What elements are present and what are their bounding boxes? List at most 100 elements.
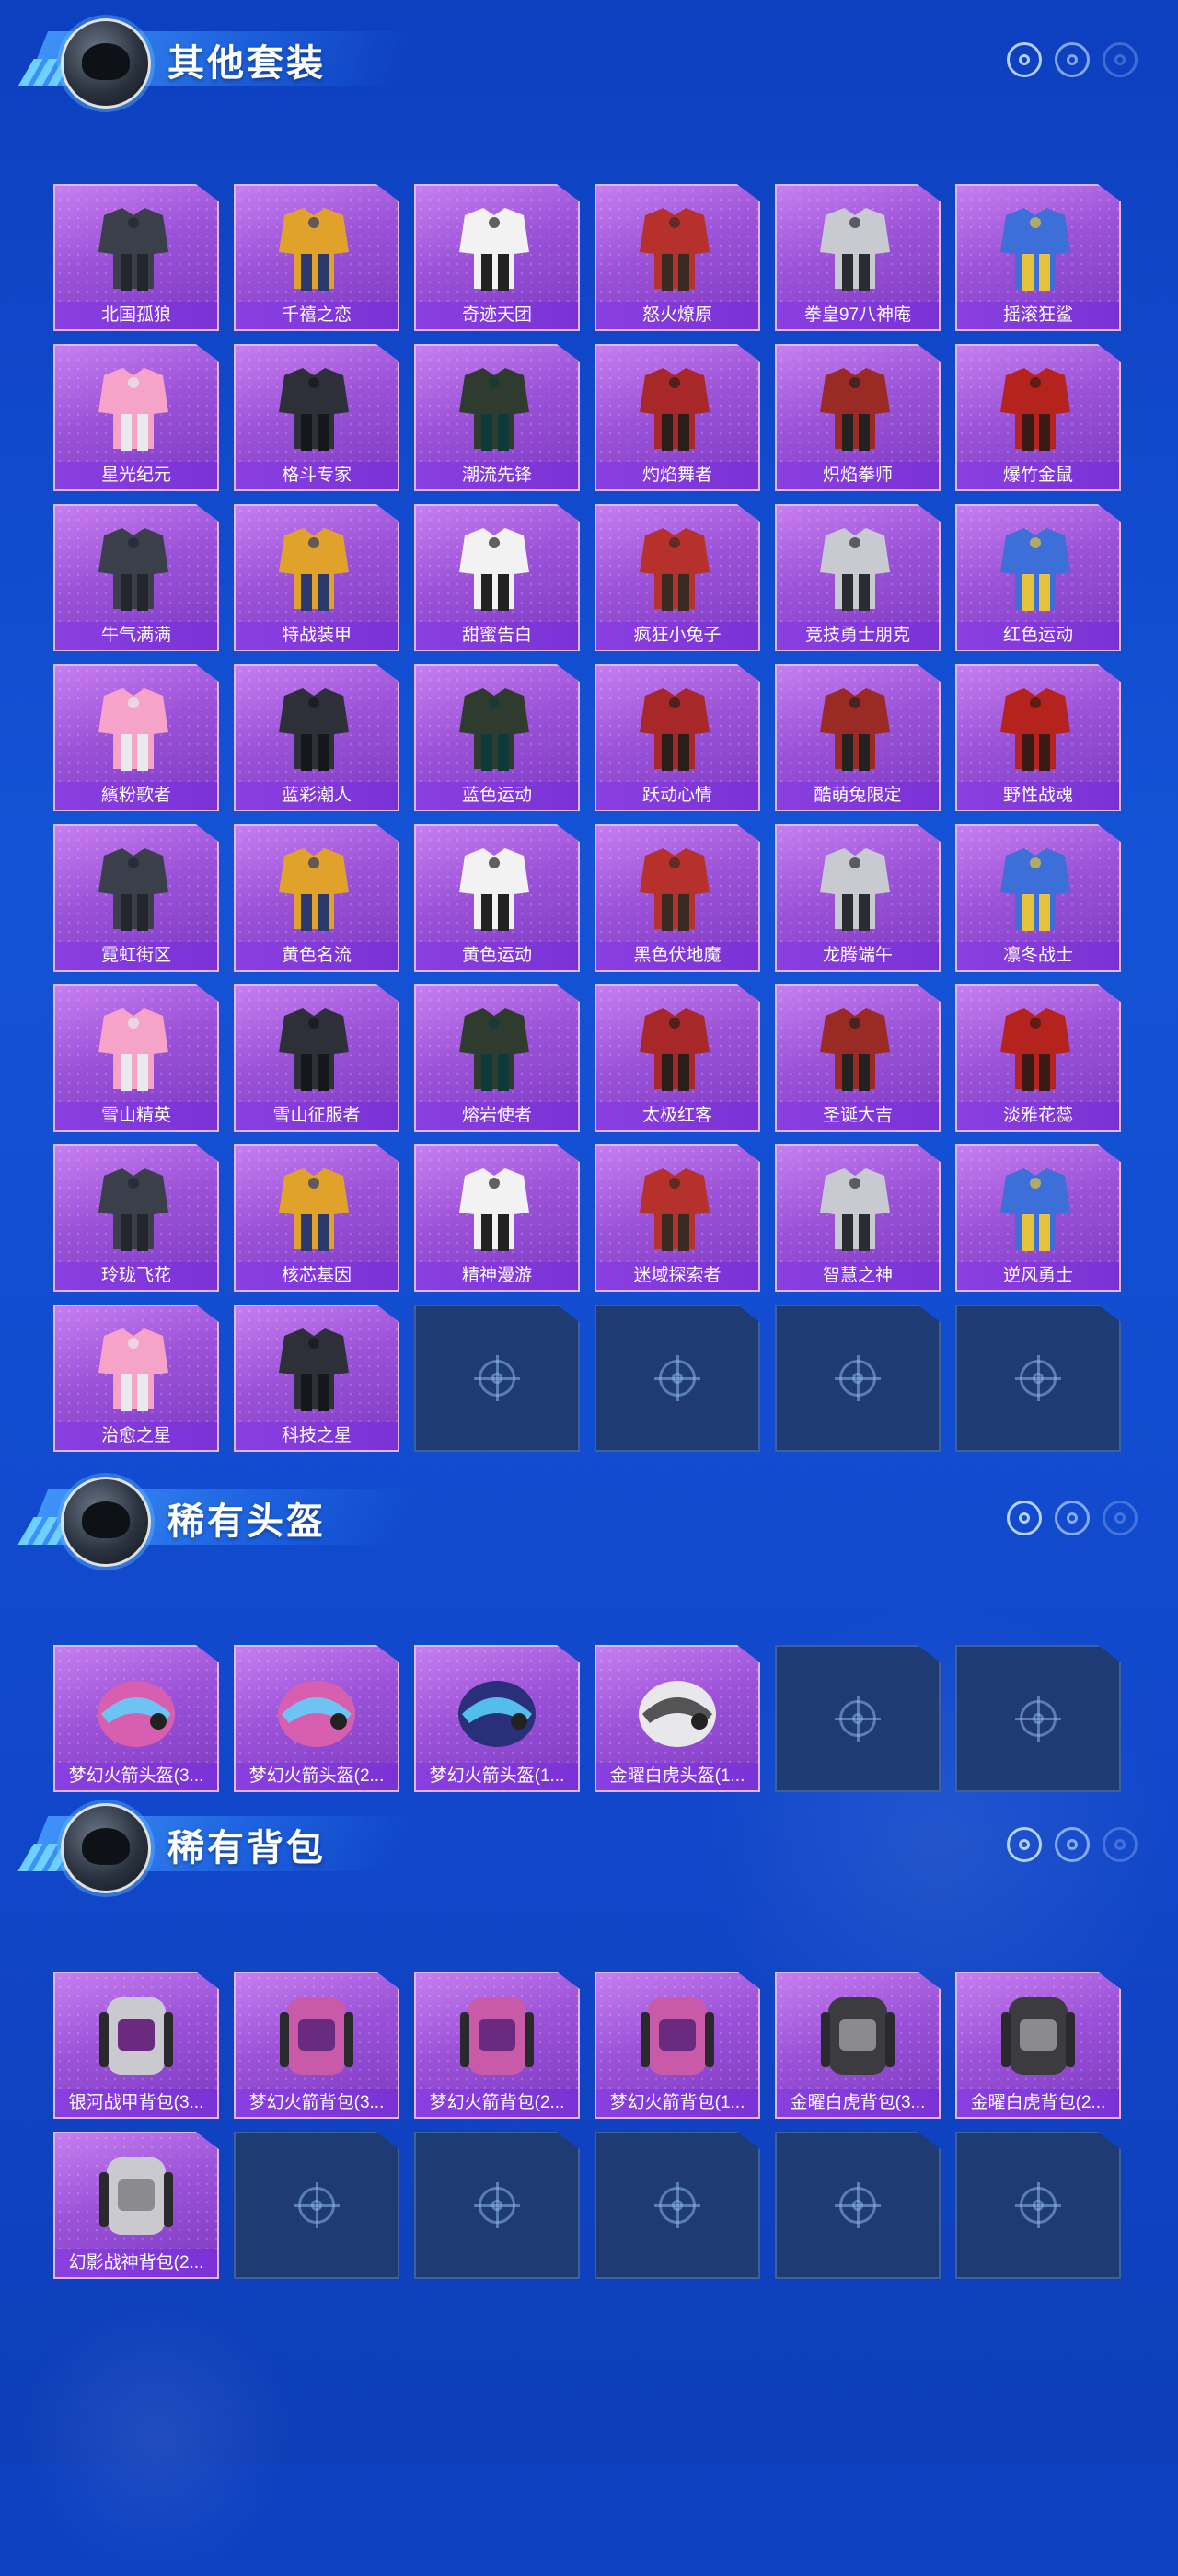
outfit-image xyxy=(596,994,758,1102)
item-card[interactable]: 迷域探索者 xyxy=(595,1144,760,1292)
item-name: 奇迹天团 xyxy=(416,302,578,329)
item-card[interactable]: 格斗专家 xyxy=(234,344,399,491)
item-card[interactable]: 竞技勇士朋克 xyxy=(775,504,941,651)
item-card[interactable]: 科技之星 xyxy=(234,1305,399,1452)
item-name: 北国孤狼 xyxy=(55,302,217,329)
item-card[interactable]: 智慧之神 xyxy=(775,1144,941,1292)
item-card[interactable]: 星光纪元 xyxy=(53,344,219,491)
item-card[interactable]: 蓝彩潮人 xyxy=(234,664,399,811)
item-card[interactable]: 梦幻火箭头盔(2... xyxy=(234,1645,399,1792)
item-card[interactable]: 灼焰舞者 xyxy=(595,344,760,491)
item-card[interactable]: 野性战魂 xyxy=(955,664,1121,811)
crosshair-icon xyxy=(1103,1827,1138,1862)
item-card[interactable]: 黑色伏地魔 xyxy=(595,824,760,972)
item-card[interactable]: 牛气满满 xyxy=(53,504,219,651)
item-card[interactable]: 金曜白虎背包(3... xyxy=(775,1972,941,2119)
item-card[interactable]: 黄色运动 xyxy=(414,824,580,972)
item-card[interactable]: 黄色名流 xyxy=(234,824,399,972)
item-name: 龙腾端午 xyxy=(777,942,939,970)
item-card[interactable]: 奇迹天团 xyxy=(414,184,580,331)
outfit-image xyxy=(596,513,758,622)
section-rare-backpacks: 稀有背包 银河战甲背包(3... 梦幻火箭背包(3... 梦幻火箭背包(2... 梦幻… xyxy=(0,1785,1178,2279)
item-card[interactable]: 北国孤狼 xyxy=(53,184,219,331)
item-card[interactable]: 精神漫游 xyxy=(414,1144,580,1292)
item-card[interactable]: 特战装甲 xyxy=(234,504,399,651)
item-card[interactable]: 金曜白虎背包(2... xyxy=(955,1972,1121,2119)
item-card[interactable]: 熔岩使者 xyxy=(414,984,580,1132)
item-card[interactable]: 蓝色运动 xyxy=(414,664,580,811)
item-name: 淡雅花蕊 xyxy=(957,1102,1119,1130)
crosshair-icon xyxy=(1007,1501,1042,1535)
item-name: 科技之星 xyxy=(236,1422,398,1450)
item-card[interactable]: 梦幻火箭头盔(1... xyxy=(414,1645,580,1792)
item-card[interactable]: 梦幻火箭背包(2... xyxy=(414,1972,580,2119)
bag-image xyxy=(416,1981,578,2089)
item-card[interactable]: 银河战甲背包(3... xyxy=(53,1972,219,2119)
item-card[interactable]: 拳皇97八神庵 xyxy=(775,184,941,331)
item-name: 摇滚狂鲨 xyxy=(957,302,1119,329)
item-card[interactable]: 跃动心情 xyxy=(595,664,760,811)
item-card[interactable]: 酷萌兔限定 xyxy=(775,664,941,811)
outfit-image xyxy=(236,1314,398,1422)
item-name: 黑色伏地魔 xyxy=(596,942,758,970)
item-card[interactable]: 凛冬战士 xyxy=(955,824,1121,972)
item-name: 蓝彩潮人 xyxy=(236,782,398,810)
item-card[interactable]: 雪山征服者 xyxy=(234,984,399,1132)
item-name: 千禧之恋 xyxy=(236,302,398,329)
item-card[interactable]: 梦幻火箭头盔(3... xyxy=(53,1645,219,1792)
outfit-image xyxy=(416,353,578,462)
section-title: 其他套装 xyxy=(167,43,326,84)
item-card[interactable]: 金曜白虎头盔(1... xyxy=(595,1645,760,1792)
item-name: 牛气满满 xyxy=(55,622,217,650)
outfit-image xyxy=(416,513,578,622)
item-name: 野性战魂 xyxy=(957,782,1119,810)
item-name: 炽焰拳师 xyxy=(777,462,939,489)
outfit-image xyxy=(596,353,758,462)
item-card[interactable]: 龙腾端午 xyxy=(775,824,941,972)
item-card[interactable]: 甜蜜告白 xyxy=(414,504,580,651)
item-card[interactable]: 红色运动 xyxy=(955,504,1121,651)
mascot-avatar xyxy=(61,1803,151,1893)
empty-slot xyxy=(234,2132,399,2279)
item-card[interactable]: 太极红客 xyxy=(595,984,760,1132)
section-other-outfits: 其他套装 北国孤狼 千禧之恋 奇迹天团 怒火燎原 拳皇97八神庵 摇滚狂鲨星光纪元 格斗专家… xyxy=(0,0,1178,1452)
item-card[interactable]: 幻影战神背包(2... xyxy=(53,2132,219,2279)
item-card[interactable]: 梦幻火箭背包(1... xyxy=(595,1972,760,2119)
item-name: 疯狂小兔子 xyxy=(596,622,758,650)
empty-slot xyxy=(595,1305,760,1452)
item-name: 核芯基因 xyxy=(236,1262,398,1290)
item-card[interactable]: 千禧之恋 xyxy=(234,184,399,331)
outfit-image xyxy=(957,1154,1119,1262)
item-name: 逆风勇士 xyxy=(957,1262,1119,1290)
crosshair-icon xyxy=(835,2182,881,2228)
section-header: 稀有头盔 xyxy=(0,1458,1178,1569)
outfit-image xyxy=(236,834,398,942)
item-card[interactable]: 淡雅花蕊 xyxy=(955,984,1121,1132)
item-card[interactable]: 治愈之星 xyxy=(53,1305,219,1452)
item-card[interactable]: 怒火燎原 xyxy=(595,184,760,331)
item-card[interactable]: 繽粉歌者 xyxy=(53,664,219,811)
item-card[interactable]: 逆风勇士 xyxy=(955,1144,1121,1292)
item-grid: 银河战甲背包(3... 梦幻火箭背包(3... 梦幻火箭背包(2... 梦幻火箭背包(… xyxy=(53,1972,1121,2279)
item-card[interactable]: 炽焰拳师 xyxy=(775,344,941,491)
item-card[interactable]: 爆竹金鼠 xyxy=(955,344,1121,491)
item-name: 霓虹街区 xyxy=(55,942,217,970)
item-name: 梦幻火箭背包(3... xyxy=(236,2089,398,2117)
item-card[interactable]: 摇滚狂鲨 xyxy=(955,184,1121,331)
item-name: 黄色运动 xyxy=(416,942,578,970)
bag-image xyxy=(596,1981,758,2089)
item-card[interactable]: 潮流先锋 xyxy=(414,344,580,491)
item-card[interactable]: 疯狂小兔子 xyxy=(595,504,760,651)
outfit-image xyxy=(416,994,578,1102)
outfit-image xyxy=(236,994,398,1102)
item-card[interactable]: 核芯基因 xyxy=(234,1144,399,1292)
section-header: 稀有背包 xyxy=(0,1785,1178,1895)
item-card[interactable]: 霓虹街区 xyxy=(53,824,219,972)
mascot-avatar xyxy=(61,1477,151,1567)
empty-slot xyxy=(595,2132,760,2279)
item-card[interactable]: 圣诞大吉 xyxy=(775,984,941,1132)
item-card[interactable]: 梦幻火箭背包(3... xyxy=(234,1972,399,2119)
outfit-image xyxy=(777,673,939,782)
item-card[interactable]: 玲珑飞花 xyxy=(53,1144,219,1292)
item-card[interactable]: 雪山精英 xyxy=(53,984,219,1132)
